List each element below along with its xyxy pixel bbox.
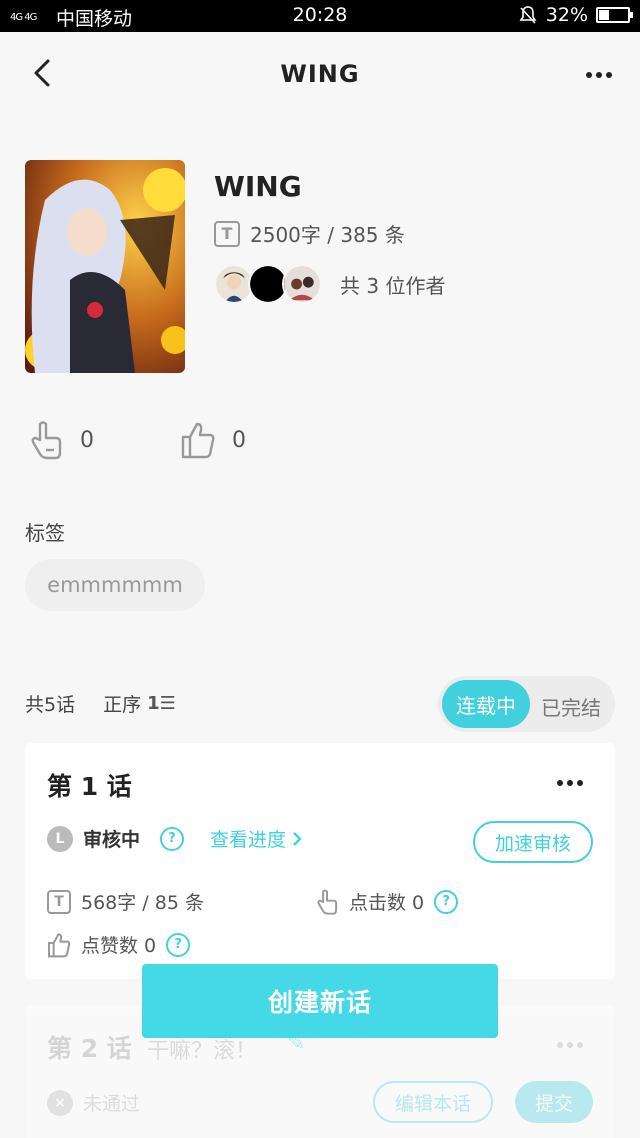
status-bar: 4G 4G 中国移动 20:28 32% [0,0,640,32]
episode-status-row: × 未通过 [47,1089,140,1116]
episode-likes-text: 点赞数 0 [81,935,157,957]
toggle-serializing[interactable]: 连载中 [442,680,530,728]
like-count: 0 [232,427,246,453]
help-icon[interactable]: ? [434,889,459,914]
episode-title: 第 2 话 [47,1034,132,1063]
page-title: WING [280,60,360,88]
episode-card[interactable]: 第 1 话 L 审核中 ? 查看进度 加速审核 T 568字 / 85 条 点击… [25,743,615,979]
episode-count: 共5话 [25,694,76,716]
sort-icon: 1☰ [147,693,176,714]
tap-hand-icon [31,421,62,460]
episode-clicks: 点击数 0 ? [315,888,459,915]
episode-stats: T 568字 / 85 条 [47,888,204,915]
episode-status: 未通过 [83,1093,141,1115]
text-count-icon: T [47,889,71,914]
order-label: 正序 [103,694,142,716]
more-icon[interactable] [586,72,612,78]
view-progress-link[interactable]: 查看进度 [210,825,302,852]
author-avatar[interactable] [282,264,322,304]
like-reaction[interactable]: 0 [180,421,246,459]
help-icon[interactable]: ? [166,932,191,957]
episode-title: 第 1 话 [47,772,132,801]
tags-label: 标签 [25,521,65,545]
reactions-row: 0 0 [28,420,332,460]
bell-muted-icon [519,6,537,24]
view-progress-label: 查看进度 [210,829,287,851]
work-stats-text: 2500字 / 385 条 [250,223,405,247]
tap-hand-icon [317,889,338,915]
submit-button[interactable]: 提交 [515,1081,593,1123]
episode-clicks-text: 点击数 0 [349,892,425,914]
thumbs-up-icon [181,422,215,459]
authors-row[interactable]: 共 3 位作者 [214,264,445,304]
rejected-icon: × [47,1089,73,1116]
text-count-icon: T [214,220,240,247]
battery-icon [596,7,633,23]
speed-review-button[interactable]: 加速审核 [473,821,593,863]
work-title: WING [214,170,302,203]
click-count: 0 [80,427,94,453]
status-right: 32% [518,4,633,26]
create-episode-button[interactable]: 创建新话 [142,964,498,1038]
chevron-right-icon [293,831,302,846]
episode-more-icon[interactable] [557,1042,583,1048]
episode-stats-text: 568字 / 85 条 [81,892,204,914]
battery-percent: 32% [545,4,588,26]
click-reaction[interactable]: 0 [28,420,94,460]
episode-status-row: L 审核中 ? 查看进度 [47,825,302,852]
help-icon[interactable]: ? [160,826,185,851]
episodes-bar: 共5话 正序 1☰ [25,690,176,717]
tag-chip[interactable]: emmmmmm [25,559,205,611]
authors-count: 共 3 位作者 [340,273,446,298]
work-stats: T 2500字 / 385 条 [214,219,405,248]
cover-image[interactable] [25,160,185,373]
episode-status: 审核中 [83,829,141,851]
thumbs-up-icon [48,932,71,957]
toggle-finished[interactable]: 已完结 [541,692,601,721]
serial-status-toggle[interactable]: 连载中 已完结 [438,676,615,732]
nav-bar: WING [0,32,640,120]
battery-fill [599,10,609,20]
episode-more-icon[interactable] [557,780,583,786]
order-toggle[interactable]: 正序 1☰ [103,690,176,717]
status-icon: L [47,825,73,852]
edit-episode-button[interactable]: 编辑本话 [373,1081,493,1123]
episode-likes: 点赞数 0 ? [47,931,191,958]
